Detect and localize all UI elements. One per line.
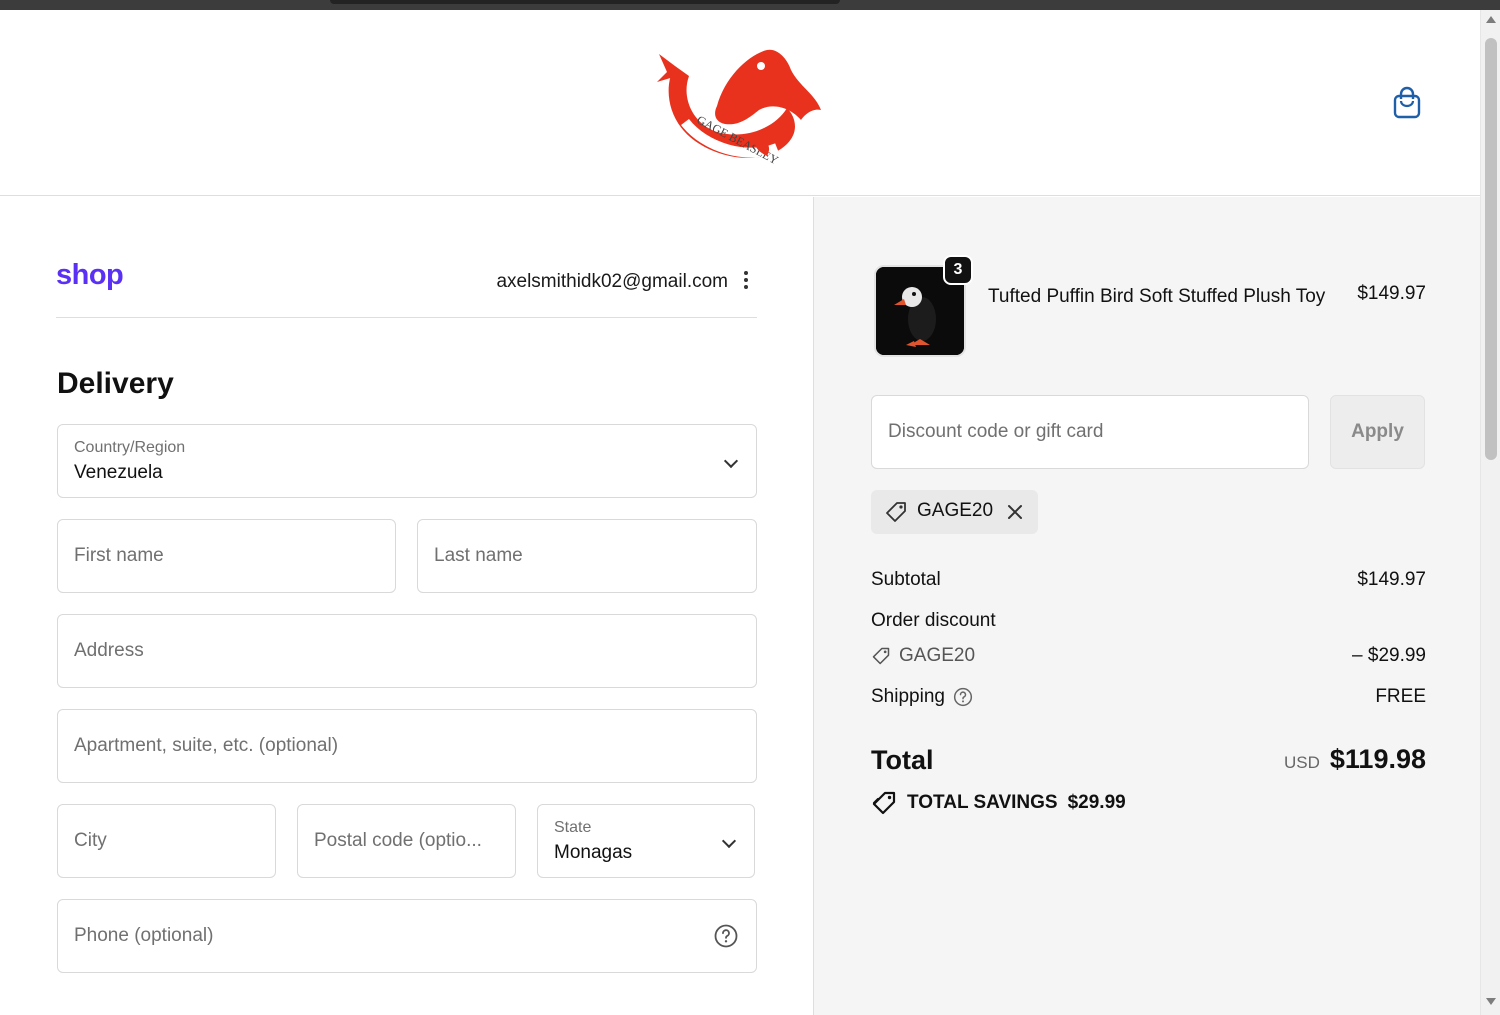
phone-field[interactable]: Phone (optional) — [57, 899, 757, 973]
applied-discount-code: GAGE20 — [917, 500, 994, 521]
order-discount-value: – $29.99 — [1352, 645, 1426, 666]
tag-icon — [871, 646, 891, 666]
account-divider — [56, 317, 757, 318]
first-name-placeholder: First name — [74, 545, 164, 566]
apartment-field[interactable]: Apartment, suite, etc. (optional) — [57, 709, 757, 783]
order-discount-code-row: GAGE20 – $29.99 — [871, 645, 1426, 667]
account-menu-icon[interactable] — [738, 269, 754, 293]
state-label: State — [554, 819, 592, 836]
account-email: axelsmithidk02@gmail.com — [496, 271, 728, 292]
total-value: $119.98 — [1329, 744, 1426, 774]
chevron-down-icon — [721, 833, 737, 849]
product-price: $149.97 — [1357, 283, 1426, 304]
subtotal-value: $149.97 — [1357, 569, 1426, 590]
state-value: Monagas — [554, 842, 633, 863]
city-placeholder: City — [74, 830, 107, 851]
delivery-heading: Delivery — [57, 367, 174, 400]
country-label: Country/Region — [74, 439, 186, 456]
total-label: Total — [871, 745, 934, 775]
order-discount-code: GAGE20 — [899, 645, 976, 666]
postal-code-field[interactable]: Postal code (optio... — [297, 804, 516, 878]
shipping-row: Shipping FREE — [871, 686, 1426, 708]
city-field[interactable]: City — [57, 804, 276, 878]
order-discount-row: Order discount — [871, 610, 1426, 632]
browser-top-bar — [0, 0, 1500, 10]
scrollbar-thumb[interactable] — [1485, 38, 1497, 460]
country-value: Venezuela — [74, 462, 163, 483]
shipping-value: FREE — [1375, 686, 1426, 707]
discount-code-input[interactable] — [872, 396, 1308, 468]
shipping-label: Shipping — [871, 686, 945, 707]
page-scrollbar[interactable] — [1480, 10, 1500, 1015]
order-summary-panel: 3 Tufted Puffin Bird Soft Stuffed Plush … — [813, 197, 1480, 1015]
first-name-field[interactable]: First name — [57, 519, 396, 593]
address-field[interactable]: Address — [57, 614, 757, 688]
postal-code-placeholder: Postal code (optio... — [314, 830, 482, 851]
shop-pay-logo[interactable]: shop — [56, 259, 124, 292]
savings-value: $29.99 — [1067, 792, 1126, 813]
applied-discount-chip: GAGE20 — [871, 490, 1038, 534]
store-logo[interactable]: GAGE BEASLEY — [655, 36, 825, 178]
scroll-up-arrow-icon[interactable] — [1486, 16, 1496, 23]
remove-discount-close-icon[interactable] — [1005, 502, 1025, 522]
last-name-placeholder: Last name — [434, 545, 523, 566]
chevron-down-icon — [723, 453, 739, 469]
state-select[interactable]: State Monagas — [537, 804, 755, 878]
quantity-badge: 3 — [943, 255, 973, 285]
discount-code-field[interactable] — [871, 395, 1309, 469]
subtotal-row: Subtotal $149.97 — [871, 569, 1426, 591]
scroll-down-arrow-icon[interactable] — [1486, 998, 1496, 1005]
phone-placeholder: Phone (optional) — [74, 925, 214, 946]
country-select[interactable]: Country/Region Venezuela — [57, 424, 757, 498]
apartment-placeholder: Apartment, suite, etc. (optional) — [74, 735, 339, 756]
help-circle-icon[interactable] — [953, 687, 973, 707]
total-savings: TOTAL SAVINGS $29.99 — [871, 791, 1126, 815]
savings-label: TOTAL SAVINGS — [907, 792, 1058, 813]
cart-bag-icon[interactable] — [1389, 85, 1425, 121]
help-circle-icon[interactable] — [714, 924, 738, 948]
savings-tag-icon — [872, 791, 896, 815]
apply-discount-button[interactable]: Apply — [1330, 395, 1425, 469]
address-placeholder: Address — [74, 640, 144, 661]
subtotal-label: Subtotal — [871, 569, 941, 590]
tag-icon — [884, 501, 908, 523]
store-header: GAGE BEASLEY — [0, 10, 1480, 196]
delivery-panel: shop axelsmithidk02@gmail.com Delivery C… — [0, 197, 813, 1015]
last-name-field[interactable]: Last name — [417, 519, 757, 593]
product-name: Tufted Puffin Bird Soft Stuffed Plush To… — [988, 286, 1326, 307]
order-discount-label: Order discount — [871, 610, 996, 631]
browser-tab-strip — [330, 0, 840, 4]
